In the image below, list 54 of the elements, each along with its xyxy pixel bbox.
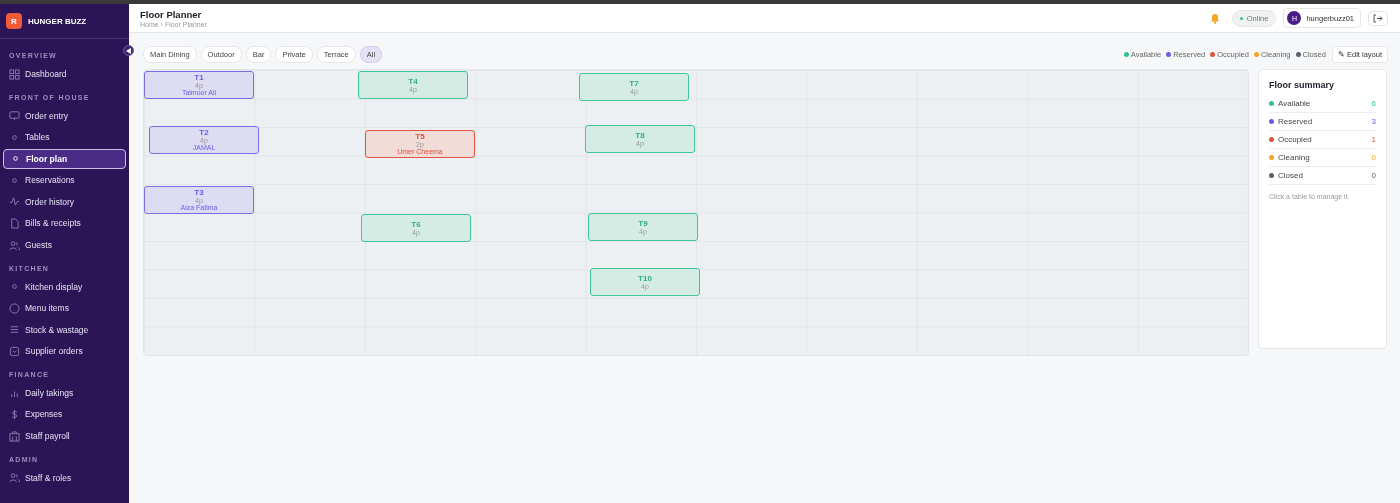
- status-label: Cleaning: [1278, 153, 1311, 162]
- sidebar-item[interactable]: Menu items: [3, 298, 126, 319]
- pulse-icon: [9, 196, 20, 208]
- table-name: T5: [415, 133, 425, 141]
- table-name: T6: [411, 220, 421, 229]
- status-count: 6: [1371, 99, 1376, 108]
- building-icon: [9, 430, 20, 442]
- status-label: Reserved: [1278, 117, 1314, 126]
- sidebar-item[interactable]: Floor plan: [3, 148, 126, 169]
- status-count: 0: [1371, 153, 1376, 162]
- sidebar-item[interactable]: Staff payroll: [3, 426, 126, 447]
- people-icon: [9, 472, 20, 484]
- table-name: T10: [638, 274, 652, 283]
- people-icon: [9, 239, 20, 251]
- sidebar-item[interactable]: Dashboard: [3, 64, 126, 84]
- ring-icon: [9, 302, 20, 314]
- logout-icon: [1373, 13, 1383, 23]
- sidebar-item[interactable]: Bills & receipts: [3, 213, 126, 234]
- sidebar-item[interactable]: Expenses: [3, 404, 126, 425]
- sidebar-item[interactable]: Staff & roles: [3, 467, 126, 488]
- grid-icon: [9, 68, 20, 80]
- sidebar-item[interactable]: Guests: [3, 235, 126, 256]
- box-icon: [9, 345, 20, 357]
- doc-icon: [9, 217, 20, 229]
- monitor-icon: [9, 110, 20, 121]
- status-count: 3: [1371, 117, 1376, 126]
- sidebar-item[interactable]: Reservations: [3, 170, 126, 191]
- status-label: Occupied: [1278, 135, 1313, 144]
- table-name: T9: [638, 219, 648, 228]
- status-count: 1: [1371, 135, 1376, 144]
- status-count: 0: [1371, 171, 1376, 180]
- table-name: T2: [199, 129, 209, 137]
- status-label: Available: [1278, 99, 1312, 108]
- page-title: Floor Planner: [140, 8, 203, 20]
- table-name: T8: [635, 131, 645, 140]
- logout-button[interactable]: [1368, 10, 1388, 26]
- sidebar-item[interactable]: Daily takings: [3, 382, 126, 403]
- bell-icon[interactable]: [1209, 12, 1220, 24]
- table-name: T7: [629, 79, 639, 88]
- lines-icon: [9, 324, 20, 336]
- table-name: T4: [408, 77, 418, 86]
- sidebar-item[interactable]: Tables: [3, 127, 126, 148]
- sidebar-item[interactable]: Supplier orders: [3, 341, 126, 362]
- sidebar-item[interactable]: Stock & wastage: [3, 319, 126, 340]
- card-title: Floor summary: [1269, 80, 1336, 90]
- table-name: T3: [194, 189, 204, 197]
- brand-name: HUNGER BUZZ: [28, 16, 87, 26]
- brand-logo: R: [6, 13, 22, 29]
- caret-icon: [125, 47, 132, 54]
- table-name: T1: [194, 74, 204, 82]
- sidebar-item[interactable]: Order history: [3, 191, 126, 212]
- sidebar-item[interactable]: Order entry: [3, 105, 126, 126]
- sidebar-item[interactable]: Kitchen display: [3, 276, 126, 297]
- status-label: Closed: [1278, 171, 1304, 180]
